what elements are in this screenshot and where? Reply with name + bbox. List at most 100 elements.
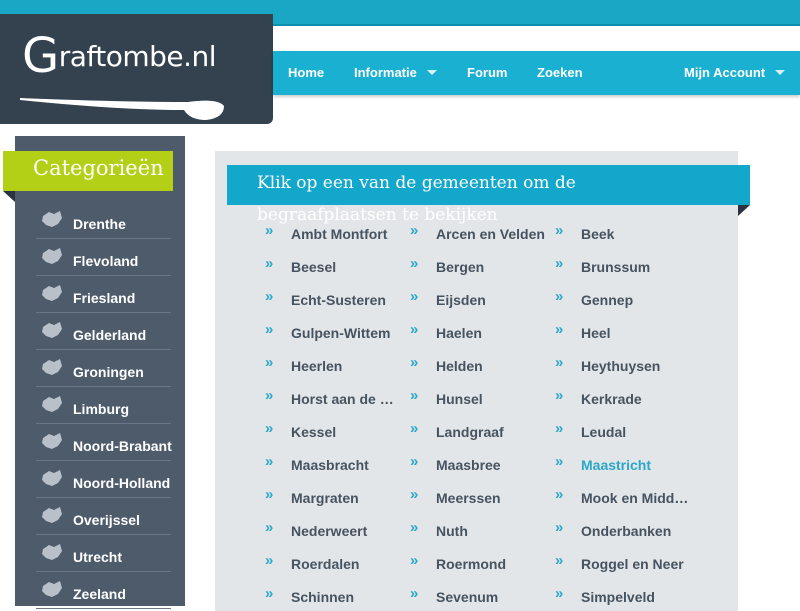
double-chevron-right-icon: » [410, 288, 418, 305]
municipality-link[interactable]: » Maasbracht [265, 453, 405, 475]
municipality-link[interactable]: » Kessel [265, 420, 405, 442]
municipality-link[interactable]: » Maasbree [410, 453, 550, 475]
municipality-link[interactable]: » Beesel [265, 255, 405, 277]
municipality-name: Maasbracht [291, 457, 369, 473]
municipality-link[interactable]: » Beek [555, 222, 695, 244]
zeeland-map-icon [40, 578, 64, 600]
sidebar-item-label: Friesland [73, 290, 136, 306]
nav-home[interactable]: Home [288, 51, 324, 95]
main-nav: Home Informatie Forum Zoeken Mijn Accoun… [273, 51, 800, 95]
municipality-link[interactable]: » Ambt Montfort [265, 222, 405, 244]
sidebar-item-label: Drenthe [73, 216, 126, 232]
municipality-name: Brunssum [581, 259, 651, 275]
municipality-link[interactable]: » Kerkrade [555, 387, 695, 409]
municipality-link[interactable]: » Helden [410, 354, 550, 376]
drenthe-map-icon [40, 208, 64, 230]
sidebar-item-limburg[interactable]: Limburg [36, 387, 171, 424]
municipality-link[interactable]: » Heerlen [265, 354, 405, 376]
municipality-link[interactable]: » Margraten [265, 486, 405, 508]
municipality-link[interactable]: » Heel [555, 321, 695, 343]
double-chevron-right-icon: » [265, 420, 273, 437]
municipality-link[interactable]: » Gulpen-Wittem [265, 321, 405, 343]
municipality-link[interactable]: » Leudal [555, 420, 695, 442]
municipality-link[interactable]: » Schinnen [265, 585, 405, 607]
municipality-link[interactable]: » Horst aan de Maas [265, 387, 405, 409]
double-chevron-right-icon: » [555, 519, 563, 536]
noord-brabant-map-icon [40, 430, 64, 452]
municipality-link[interactable]: » Mook en Middelaar [555, 486, 695, 508]
friesland-map-icon [40, 282, 64, 304]
municipality-name: Eijsden [436, 292, 486, 308]
double-chevron-right-icon: » [410, 387, 418, 404]
municipality-link[interactable]: » Brunssum [555, 255, 695, 277]
sidebar-item-drenthe[interactable]: Drenthe [36, 202, 171, 239]
municipality-link[interactable]: » Roerdalen [265, 552, 405, 574]
double-chevron-right-icon: » [265, 255, 273, 272]
municipality-link[interactable]: » Landgraaf [410, 420, 550, 442]
municipality-link[interactable]: » Roggel en Neer [555, 552, 695, 574]
municipality-link[interactable]: » Hunsel [410, 387, 550, 409]
double-chevron-right-icon: » [410, 354, 418, 371]
municipality-link[interactable]: » Nuth [410, 519, 550, 541]
municipality-link[interactable]: » Onderbanken [555, 519, 695, 541]
municipality-link[interactable]: » Echt-Susteren [265, 288, 405, 310]
municipality-link[interactable]: » Meerssen [410, 486, 550, 508]
municipality-link[interactable]: » Eijsden [410, 288, 550, 310]
municipality-name: Gulpen-Wittem [291, 325, 391, 341]
chevron-down-icon [775, 70, 786, 75]
sidebar-item-noord-holland[interactable]: Noord-Holland [36, 461, 171, 498]
nav-informatie[interactable]: Informatie [354, 51, 437, 95]
double-chevron-right-icon: » [555, 288, 563, 305]
municipality-link[interactable]: » Nederweert [265, 519, 405, 541]
municipality-link[interactable]: » Roermond [410, 552, 550, 574]
sidebar-item-noord-brabant[interactable]: Noord-Brabant [36, 424, 172, 461]
municipality-link[interactable]: » Maastricht [555, 453, 695, 475]
nav-zoeken[interactable]: Zoeken [537, 51, 583, 95]
municipality-name: Arcen en Velden [436, 226, 545, 242]
sidebar-item-gelderland[interactable]: Gelderland [36, 313, 171, 350]
double-chevron-right-icon: » [555, 585, 563, 602]
double-chevron-right-icon: » [555, 321, 563, 338]
double-chevron-right-icon: » [555, 354, 563, 371]
sidebar-title: Categorieën [3, 151, 173, 191]
municipality-name: Echt-Susteren [291, 292, 386, 308]
double-chevron-right-icon: » [410, 321, 418, 338]
sidebar-item-label: Noord-Brabant [73, 438, 172, 454]
double-chevron-right-icon: » [555, 387, 563, 404]
double-chevron-right-icon: » [265, 288, 273, 305]
municipality-link[interactable]: » Arcen en Velden [410, 222, 550, 244]
nav-mijn-account[interactable]: Mijn Account [684, 51, 786, 95]
municipality-link[interactable]: » Gennep [555, 288, 695, 310]
municipality-link[interactable]: » Simpelveld [555, 585, 695, 607]
site-logo[interactable]: Graftombe.nl [0, 14, 273, 124]
double-chevron-right-icon: » [265, 222, 273, 239]
municipality-link[interactable]: » Bergen [410, 255, 550, 277]
sidebar-item-overijssel[interactable]: Overijssel [36, 498, 171, 535]
double-chevron-right-icon: » [265, 552, 273, 569]
municipality-name: Bergen [436, 259, 485, 275]
nav-forum[interactable]: Forum [467, 51, 507, 95]
double-chevron-right-icon: » [555, 222, 563, 239]
double-chevron-right-icon: » [410, 255, 418, 272]
municipality-link[interactable]: » Sevenum [410, 585, 550, 607]
municipality-name: Horst aan de Maas [291, 391, 401, 407]
double-chevron-right-icon: » [265, 585, 273, 602]
sidebar-item-friesland[interactable]: Friesland [36, 276, 171, 313]
logo-swoosh-icon [20, 98, 224, 120]
noord-holland-map-icon [40, 467, 64, 489]
municipality-name: Roggel en Neer [581, 556, 684, 572]
limburg-map-icon [40, 393, 64, 415]
sidebar-item-utrecht[interactable]: Utrecht [36, 535, 171, 572]
main-header: Klik op een van de gemeenten om de begra… [227, 165, 750, 225]
utrecht-map-icon [40, 541, 64, 563]
double-chevron-right-icon: » [555, 420, 563, 437]
municipality-link[interactable]: » Heythuysen [555, 354, 695, 376]
sidebar-item-groningen[interactable]: Groningen [36, 350, 171, 387]
double-chevron-right-icon: » [555, 486, 563, 503]
sidebar-item-zeeland[interactable]: Zeeland [36, 572, 171, 609]
double-chevron-right-icon: » [265, 354, 273, 371]
municipality-link[interactable]: » Haelen [410, 321, 550, 343]
double-chevron-right-icon: » [410, 486, 418, 503]
municipality-name: Haelen [436, 325, 482, 341]
sidebar-item-flevoland[interactable]: Flevoland [36, 239, 171, 276]
